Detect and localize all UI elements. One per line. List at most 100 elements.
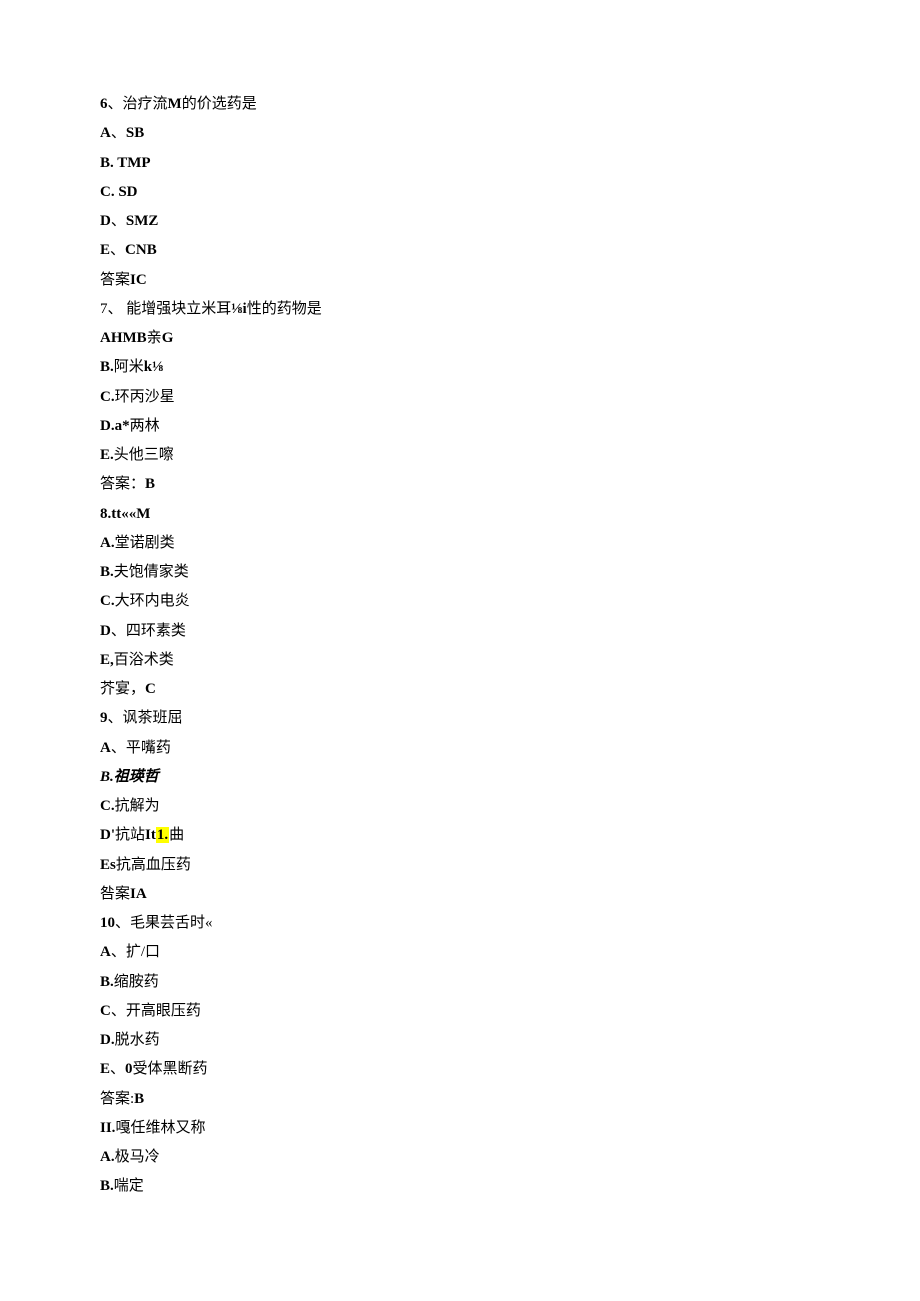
text-segment: C. [100, 798, 115, 814]
text-segment: E, [100, 652, 114, 668]
text-segment: B. TMP [100, 155, 151, 171]
text-segment: 、 [110, 1061, 125, 1077]
text-line: II.嘎任维林又称 [100, 1114, 820, 1143]
text-segment: 8.tt««M [100, 506, 150, 522]
text-segment: 环丙沙星 [115, 389, 175, 405]
text-segment: 、扩/口 [111, 944, 160, 960]
text-line: C.抗解为 [100, 792, 820, 821]
text-segment: C [100, 1003, 111, 1019]
text-segment: 抗解为 [115, 798, 160, 814]
text-segment: 、 [111, 213, 126, 229]
text-line: 答案:B [100, 1085, 820, 1114]
text-segment: CNB [125, 242, 157, 258]
text-segment: 曲 [169, 827, 184, 843]
text-segment: 大环内电炎 [115, 593, 190, 609]
text-segment: 极马冷 [115, 1149, 160, 1165]
text-segment: SB [126, 125, 144, 141]
text-segment: 脱水药 [115, 1032, 160, 1048]
text-segment: E. [100, 447, 114, 463]
text-line: 8.tt««M [100, 500, 820, 529]
text-segment: E [100, 242, 110, 258]
text-segment: k⅛ [144, 359, 164, 375]
text-line: A、SB [100, 119, 820, 148]
text-segment: 嘎任维林又称 [115, 1120, 205, 1136]
text-segment: A. [100, 1149, 115, 1165]
text-line: 答案IC [100, 266, 820, 295]
text-segment: 芥宴， [100, 681, 145, 697]
text-segment: 抗站 [115, 827, 145, 843]
text-line: D、四环素类 [100, 617, 820, 646]
text-line: 9、讽茶班屈 [100, 704, 820, 733]
text-segment: 、开高眼压药 [111, 1003, 201, 1019]
text-segment: B [145, 476, 155, 492]
text-segment: 7、 能增强块立米耳 [100, 301, 231, 317]
text-segment: C. SD [100, 184, 138, 200]
text-segment: 10 [100, 915, 115, 931]
text-segment: G [162, 330, 174, 346]
text-segment: 0 [125, 1061, 133, 1077]
text-segment: 阿米 [114, 359, 144, 375]
text-segment: 、 [110, 242, 125, 258]
text-segment: E [100, 1061, 110, 1077]
text-segment: A [100, 740, 111, 756]
text-line: B.夫饱倩家类 [100, 558, 820, 587]
text-segment: D.a* [100, 418, 130, 434]
text-line: A.堂诺剧类 [100, 529, 820, 558]
text-segment: C [145, 681, 156, 697]
text-segment: 性的药物是 [247, 301, 322, 317]
text-segment: 、平嘴药 [111, 740, 171, 756]
text-segment: 亲 [147, 330, 162, 346]
text-segment: 的价选药是 [182, 96, 257, 112]
text-line: A、扩/口 [100, 938, 820, 967]
text-line: B.祖瑛哲 [100, 763, 820, 792]
text-segment: ⅛i [231, 301, 246, 317]
text-line: C、开高眼压药 [100, 997, 820, 1026]
text-line: C. SD [100, 178, 820, 207]
text-line: AHMB亲G [100, 324, 820, 353]
text-line: A、平嘴药 [100, 734, 820, 763]
text-segment: B [134, 1091, 144, 1107]
text-line: 6、治疗流M的价选药是 [100, 90, 820, 119]
text-segment: B.祖瑛哲 [100, 769, 159, 785]
text-segment: D [100, 623, 111, 639]
text-segment: C. [100, 593, 115, 609]
text-segment: A [100, 125, 111, 141]
document-page: 6、治疗流M的价选药是A、SBB. TMPC. SDD、SMZE、CNB答案IC… [0, 0, 920, 1262]
text-line: B.喘定 [100, 1172, 820, 1201]
text-line: Es抗高血压药 [100, 851, 820, 880]
text-segment: C. [100, 389, 115, 405]
text-segment: 答案 [100, 272, 130, 288]
text-segment: 受体黑断药 [133, 1061, 208, 1077]
text-line: E、CNB [100, 236, 820, 265]
text-segment: B. [100, 564, 114, 580]
text-segment: 1. [156, 827, 169, 843]
text-segment: 夫饱倩家类 [114, 564, 189, 580]
text-line: 咎案IA [100, 880, 820, 909]
text-segment: II. [100, 1120, 115, 1136]
text-segment: 、毛果芸舌时« [115, 915, 213, 931]
text-line: D'抗站It1.曲 [100, 821, 820, 850]
text-segment: A. [100, 535, 115, 551]
text-line: E、0受体黑断药 [100, 1055, 820, 1084]
text-segment: 堂诺剧类 [115, 535, 175, 551]
text-segment: 两林 [130, 418, 160, 434]
text-segment: 9 [100, 710, 108, 726]
text-segment: 、治疗流 [108, 96, 168, 112]
text-line: D.脱水药 [100, 1026, 820, 1055]
text-segment: It [145, 827, 156, 843]
text-line: 芥宴，C [100, 675, 820, 704]
text-line: C.大环内电炎 [100, 587, 820, 616]
text-segment: A [100, 944, 111, 960]
text-line: 7、 能增强块立米耳⅛i性的药物是 [100, 295, 820, 324]
text-line: B.缩胺药 [100, 968, 820, 997]
text-segment: 头他三嚓 [114, 447, 174, 463]
text-segment: 咎案 [100, 886, 130, 902]
text-line: E.头他三嚓 [100, 441, 820, 470]
text-segment: 缩胺药 [114, 974, 159, 990]
text-segment: D [100, 213, 111, 229]
text-line: 答案：B [100, 470, 820, 499]
text-segment: 抗高血压药 [116, 857, 191, 873]
text-line: A.极马冷 [100, 1143, 820, 1172]
text-segment: 、 [111, 125, 126, 141]
text-segment: D. [100, 1032, 115, 1048]
